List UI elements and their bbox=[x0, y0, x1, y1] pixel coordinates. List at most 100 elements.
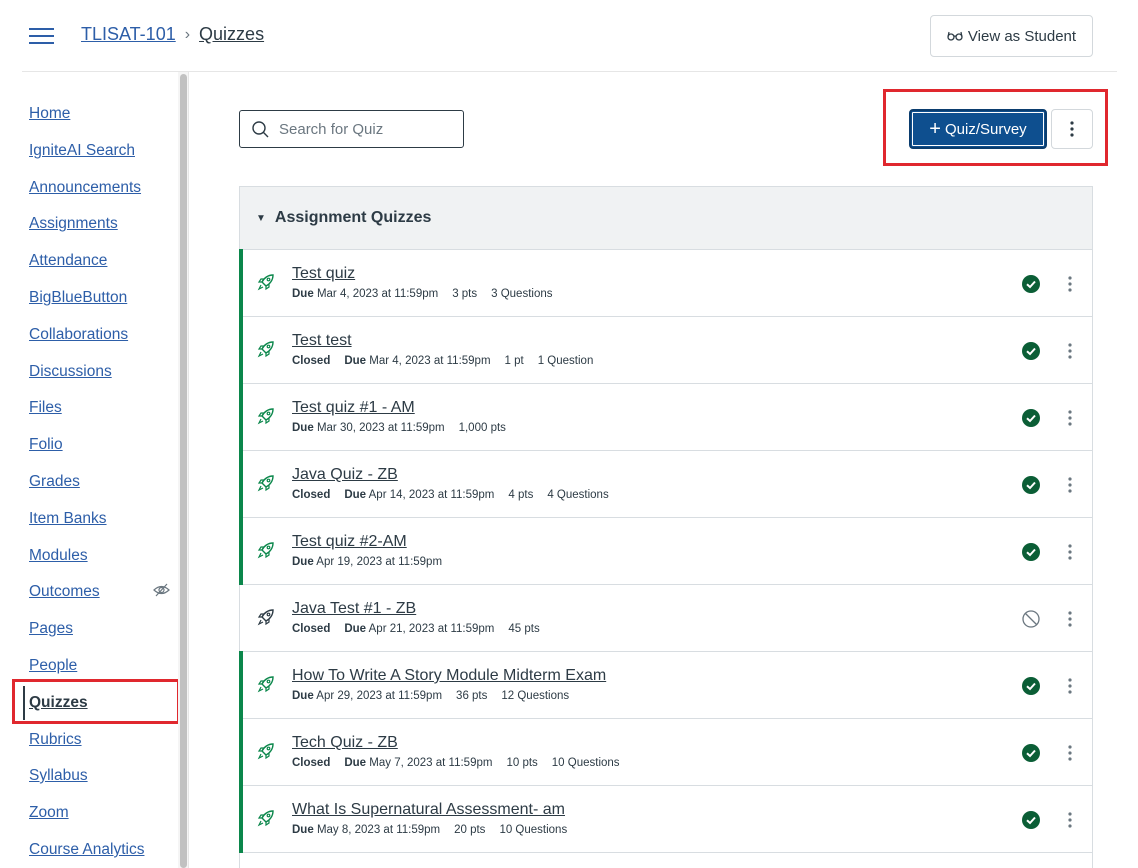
closed-label: Closed bbox=[292, 623, 331, 635]
row-kebab-icon[interactable] bbox=[1062, 341, 1078, 361]
rocket-quiz-icon bbox=[257, 742, 275, 760]
nav-people[interactable]: People bbox=[29, 657, 77, 675]
due-label: Due bbox=[344, 757, 367, 769]
published-check-icon[interactable] bbox=[1022, 476, 1040, 494]
breadcrumb-course-link[interactable]: TLISAT-101 bbox=[81, 24, 176, 45]
nav-discussions[interactable]: Discussions bbox=[29, 363, 112, 381]
scrollbar-thumb[interactable] bbox=[180, 74, 187, 868]
quiz-meta: Due Apr 19, 2023 at 11:59pm bbox=[292, 556, 442, 568]
due-date: Apr 14, 2023 at 11:59pm bbox=[368, 489, 495, 501]
more-options-button[interactable] bbox=[1051, 109, 1093, 149]
quiz-row[interactable]: What Is Supernatural Assessment- am Due M… bbox=[239, 785, 1092, 853]
breadcrumb-current[interactable]: Quizzes bbox=[199, 24, 264, 45]
quiz-title-link[interactable]: Java Test #1 - ZB bbox=[292, 600, 416, 618]
quiz-points: 3 pts bbox=[452, 288, 478, 300]
search-box[interactable] bbox=[239, 110, 464, 148]
kebab-icon bbox=[1070, 121, 1074, 137]
published-check-icon[interactable] bbox=[1022, 811, 1040, 829]
nav-home[interactable]: Home bbox=[29, 105, 70, 123]
row-kebab-icon[interactable] bbox=[1062, 274, 1078, 294]
quiz-row[interactable]: Test quiz #1 - AM Due Mar 30, 2023 at 11:… bbox=[239, 383, 1092, 451]
quiz-row[interactable]: Test test Closed Due Mar 4, 2023 at 11:59p… bbox=[239, 316, 1092, 384]
nav-grades[interactable]: Grades bbox=[29, 473, 80, 491]
published-check-icon[interactable] bbox=[1022, 275, 1040, 293]
rocket-quiz-icon bbox=[257, 340, 275, 358]
rocket-quiz-icon bbox=[257, 541, 275, 559]
row-kebab-icon[interactable] bbox=[1062, 609, 1078, 629]
quiz-title-link[interactable]: What Is Supernatural Assessment- am bbox=[292, 801, 565, 819]
nav-assignments[interactable]: Assignments bbox=[29, 215, 118, 233]
quiz-row[interactable]: Test quiz #2-AM Due Apr 19, 2023 at 11:59… bbox=[239, 517, 1092, 585]
quiz-title-link[interactable]: Tech Quiz - ZB bbox=[292, 734, 398, 752]
top-header: TLISAT-101 › Quizzes View as Student bbox=[22, 0, 1117, 72]
nav-announcements[interactable]: Announcements bbox=[29, 179, 141, 197]
quiz-title-link[interactable]: Test quiz #1 - AM bbox=[292, 399, 415, 417]
nav-folio[interactable]: Folio bbox=[29, 436, 63, 454]
nav-attendance[interactable]: Attendance bbox=[29, 252, 107, 270]
group-title: Assignment Quizzes bbox=[274, 209, 432, 226]
due-label: Due bbox=[292, 690, 314, 702]
rocket-quiz-icon bbox=[257, 474, 275, 492]
nav-outcomes[interactable]: Outcomes bbox=[29, 583, 100, 601]
quiz-question-count: 1 Question bbox=[537, 355, 594, 367]
nav-bigbluebutton[interactable]: BigBlueButton bbox=[29, 289, 127, 307]
quiz-row[interactable]: How To Write A Story Module Midterm Exam… bbox=[239, 651, 1092, 719]
quiz-meta: Due Mar 4, 2023 at 11:59pm 3 pts 3 Questio… bbox=[292, 288, 553, 300]
nav-pages[interactable]: Pages bbox=[29, 620, 73, 638]
published-check-icon[interactable] bbox=[1022, 409, 1040, 427]
nav-rubrics[interactable]: Rubrics bbox=[29, 731, 82, 749]
quiz-row[interactable]: Java Quiz - ZB Closed Due Apr 14, 2023 at … bbox=[239, 450, 1092, 518]
quiz-question-count: 3 Questions bbox=[491, 288, 553, 300]
row-kebab-icon[interactable] bbox=[1062, 743, 1078, 763]
due-date: Apr 29, 2023 at 11:59pm bbox=[316, 690, 443, 702]
caret-down-icon: ▼ bbox=[256, 212, 266, 224]
published-check-icon[interactable] bbox=[1022, 744, 1040, 762]
nav-files[interactable]: Files bbox=[29, 399, 62, 417]
quiz-row[interactable]: Test quiz Due Mar 4, 2023 at 11:59pm 3 pts… bbox=[239, 249, 1092, 317]
group-header-toggle[interactable]: ▼ Assignment Quizzes bbox=[240, 187, 1092, 250]
due-date: Mar 4, 2023 at 11:59pm bbox=[316, 288, 439, 300]
row-kebab-icon[interactable] bbox=[1062, 676, 1078, 696]
breadcrumb: TLISAT-101 › Quizzes bbox=[81, 24, 264, 45]
due-label: Due bbox=[292, 824, 314, 836]
quiz-title-link[interactable]: Java Quiz - ZB bbox=[292, 466, 398, 484]
published-check-icon[interactable] bbox=[1022, 677, 1040, 695]
due-label: Due bbox=[344, 355, 367, 367]
quiz-title-link[interactable]: Test test bbox=[292, 332, 352, 350]
add-quiz-survey-button[interactable]: + Quiz/Survey bbox=[909, 109, 1047, 149]
nav-quizzes[interactable]: Quizzes bbox=[29, 694, 88, 712]
search-input[interactable] bbox=[279, 120, 449, 138]
quiz-title-link[interactable]: Test quiz #2-AM bbox=[292, 533, 407, 551]
published-check-icon[interactable] bbox=[1022, 543, 1040, 561]
quiz-meta: Due Apr 29, 2023 at 11:59pm 36 pts 12 Ques… bbox=[292, 690, 569, 702]
row-kebab-icon[interactable] bbox=[1062, 542, 1078, 562]
rocket-quiz-icon bbox=[257, 675, 275, 693]
assignment-quizzes-group: ▼ Assignment Quizzes Test quiz Due Mar 4,… bbox=[239, 186, 1093, 868]
quiz-title-link[interactable]: How To Write A Story Module Midterm Exam bbox=[292, 667, 606, 685]
rocket-quiz-icon bbox=[257, 407, 275, 425]
unpublished-icon[interactable] bbox=[1022, 610, 1040, 628]
nav-syllabus[interactable]: Syllabus bbox=[29, 767, 88, 785]
nav-modules[interactable]: Modules bbox=[29, 547, 88, 565]
published-check-icon[interactable] bbox=[1022, 342, 1040, 360]
nav-collaborations[interactable]: Collaborations bbox=[29, 326, 128, 344]
quiz-meta: Closed Due May 7, 2023 at 11:59pm 10 pts 10… bbox=[292, 757, 620, 769]
quiz-points: 45 pts bbox=[508, 623, 540, 635]
row-kebab-icon[interactable] bbox=[1062, 408, 1078, 428]
nav-item-banks[interactable]: Item Banks bbox=[29, 510, 107, 528]
nav-zoom[interactable]: Zoom bbox=[29, 804, 69, 822]
quiz-title-link[interactable]: Test quiz bbox=[292, 265, 355, 283]
view-as-student-button[interactable]: View as Student bbox=[930, 15, 1093, 57]
quiz-row[interactable]: Tech Quiz - ZB Closed Due May 7, 2023 at 1… bbox=[239, 718, 1092, 786]
due-label: Due bbox=[292, 556, 314, 568]
quiz-meta: Due May 8, 2023 at 11:59pm 20 pts 10 Quest… bbox=[292, 824, 567, 836]
quiz-row[interactable]: Java Test #1 - ZB Closed Due Apr 21, 2023 … bbox=[240, 585, 1092, 652]
nav-course-analytics[interactable]: Course Analytics bbox=[29, 841, 144, 859]
quiz-list: Test quiz Due Mar 4, 2023 at 11:59pm 3 pts… bbox=[239, 249, 1092, 853]
nav-igniteai-search[interactable]: IgniteAI Search bbox=[29, 142, 135, 160]
hamburger-menu-icon[interactable] bbox=[29, 26, 54, 45]
quiz-meta: Closed Due Mar 4, 2023 at 11:59pm 1 pt 1 Qu… bbox=[292, 355, 593, 367]
row-kebab-icon[interactable] bbox=[1062, 475, 1078, 495]
sidebar-scrollbar[interactable] bbox=[178, 72, 189, 868]
row-kebab-icon[interactable] bbox=[1062, 810, 1078, 830]
